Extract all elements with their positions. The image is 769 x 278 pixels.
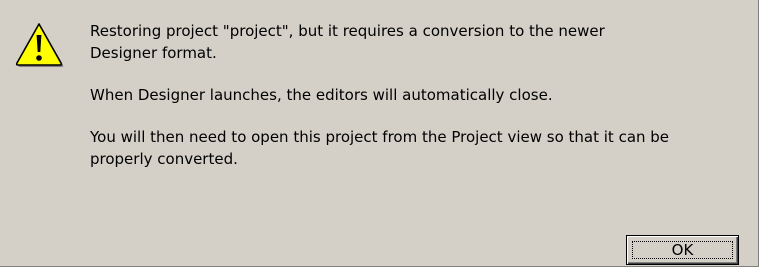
message-body: Restoring project "project", but it requ… [90,20,750,190]
warning-icon [15,23,64,67]
message-editors-close: When Designer launches, the editors will… [90,86,553,104]
message-conversion-notice: Restoring project "project", but it requ… [90,22,605,62]
ok-button-label: OK [632,241,733,259]
ok-button[interactable]: OK [626,235,739,265]
message-open-project: You will then need to open this project … [90,128,670,168]
message-dialog: Restoring project "project", but it requ… [0,0,759,267]
